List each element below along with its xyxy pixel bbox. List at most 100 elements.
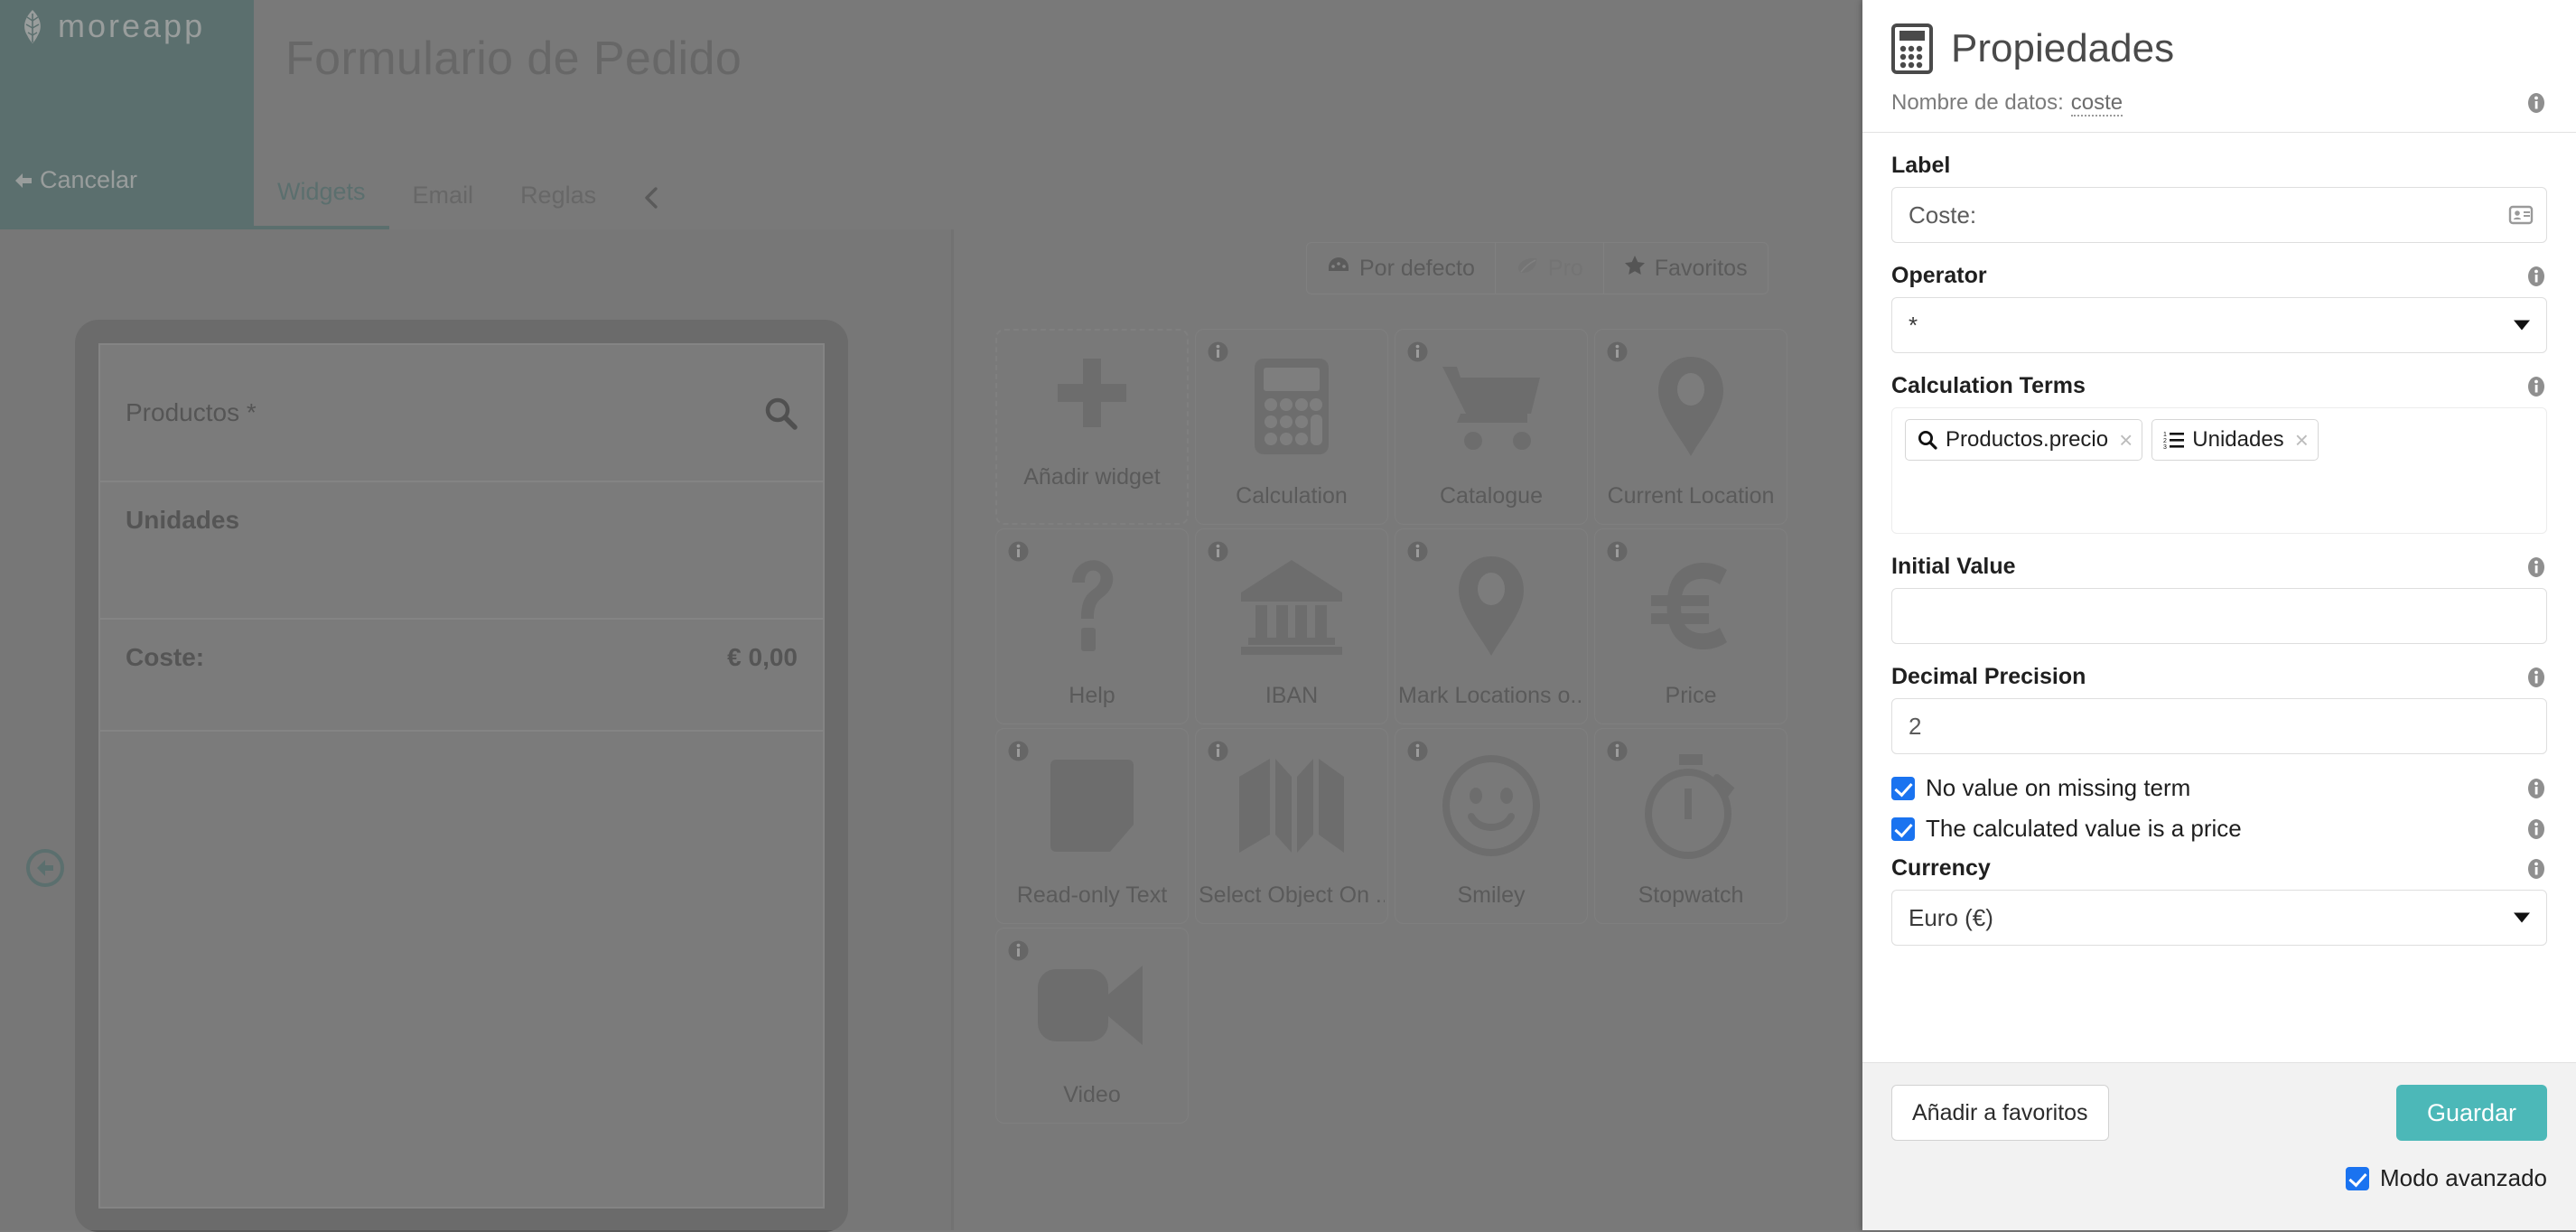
widget-label: Calculation xyxy=(1236,483,1348,509)
widget-card-catalogue[interactable]: Catalogue xyxy=(1395,329,1588,525)
form-widget-productos[interactable]: Productos * xyxy=(100,345,823,482)
filter-favoritos-button[interactable]: Favoritos xyxy=(1604,242,1769,294)
label-input[interactable]: Coste: xyxy=(1891,187,2547,243)
chevron-down-icon xyxy=(2514,913,2530,923)
info-icon[interactable] xyxy=(2525,667,2547,688)
info-icon[interactable] xyxy=(1406,540,1429,563)
widget-label: Unidades xyxy=(126,506,239,535)
widget-card-iban[interactable]: IBAN xyxy=(1195,528,1388,724)
widget-card-current-location[interactable]: Current Location xyxy=(1594,329,1787,525)
term-tag-unidades[interactable]: 1 2 3 Unidades × xyxy=(2151,419,2319,461)
calculated-value-is-price-checkbox[interactable] xyxy=(1891,817,1915,841)
info-icon[interactable] xyxy=(2525,556,2547,578)
widget-label: Read-only Text xyxy=(1017,882,1167,909)
field-title: Initial Value xyxy=(1891,554,2016,580)
info-icon[interactable] xyxy=(1007,939,1030,962)
tab-bar: Widgets Email Reglas xyxy=(254,154,1753,229)
checkbox-label: The calculated value is a price xyxy=(1926,815,2242,843)
widget-label: Price xyxy=(1666,683,1717,709)
widget-label: Añadir widget xyxy=(1023,464,1160,490)
brand-logo: moreapp xyxy=(16,7,205,45)
info-icon[interactable] xyxy=(1207,540,1229,563)
info-icon[interactable] xyxy=(2525,818,2547,840)
collapse-tabs-button[interactable] xyxy=(620,186,683,229)
advanced-mode-label: Modo avanzado xyxy=(2380,1164,2547,1192)
checkbox-group: No value on missing term xyxy=(1891,774,2190,802)
info-icon[interactable] xyxy=(2525,376,2547,397)
data-name-value[interactable]: coste xyxy=(2071,90,2123,117)
leaf-icon xyxy=(16,8,49,44)
filter-por-defecto-button[interactable]: Por defecto xyxy=(1306,242,1496,294)
properties-form: Label Coste: Operator xyxy=(1862,133,2576,1062)
info-icon[interactable] xyxy=(2525,266,2547,287)
info-icon[interactable] xyxy=(2525,778,2547,799)
search-icon xyxy=(1917,429,1938,451)
info-icon[interactable] xyxy=(1207,341,1229,363)
field-label: Label Coste: xyxy=(1891,153,2547,243)
widget-card-calculation[interactable]: Calculation xyxy=(1195,329,1388,525)
arrow-left-circle-icon[interactable] xyxy=(24,847,66,889)
info-icon[interactable] xyxy=(1406,740,1429,762)
widget-label: IBAN xyxy=(1265,683,1318,709)
widget-card-price[interactable]: Price xyxy=(1594,528,1787,724)
info-icon[interactable] xyxy=(1007,740,1030,762)
widget-card-stopwatch[interactable]: Stopwatch xyxy=(1594,728,1787,924)
info-icon[interactable] xyxy=(1207,740,1229,762)
advanced-mode-row: Modo avanzado xyxy=(1891,1164,2547,1192)
filter-label: Pro xyxy=(1548,256,1583,282)
term-tag-productos-precio[interactable]: Productos.precio × xyxy=(1905,419,2142,461)
contact-card-icon[interactable] xyxy=(2508,202,2534,228)
widget-card-smiley[interactable]: Smiley xyxy=(1395,728,1588,924)
remove-term-icon[interactable]: × xyxy=(2119,428,2133,452)
operator-value: * xyxy=(1909,312,1918,340)
widget-card-select-object-on-map[interactable]: Select Object On ... xyxy=(1195,728,1388,924)
info-icon[interactable] xyxy=(2525,858,2547,880)
info-icon[interactable] xyxy=(1606,540,1629,563)
info-icon[interactable] xyxy=(1606,341,1629,363)
widget-grid: Añadir widget xyxy=(995,329,1844,1124)
form-widget-coste[interactable]: Coste: € 0,00 xyxy=(100,620,823,732)
checkbox-row-calculated-value-is-price: The calculated value is a price xyxy=(1891,815,2547,843)
no-value-missing-term-checkbox[interactable] xyxy=(1891,777,1915,800)
cancel-label: Cancelar xyxy=(40,166,137,194)
palette-filter-group: Por defecto Pro xyxy=(1306,242,1769,294)
info-icon[interactable] xyxy=(1606,740,1629,762)
form-widget-unidades[interactable]: Unidades xyxy=(100,482,823,620)
star-icon xyxy=(1624,255,1646,282)
svg-text:3: 3 xyxy=(2163,444,2167,451)
widget-label: Productos * xyxy=(126,398,257,427)
operator-select[interactable]: * xyxy=(1891,297,2547,353)
cancel-button[interactable]: Cancelar xyxy=(0,161,150,200)
info-icon[interactable] xyxy=(1007,540,1030,563)
field-calculation-terms: Calculation Terms Productos.precio × xyxy=(1891,373,2547,534)
advanced-mode-checkbox[interactable] xyxy=(2346,1167,2369,1190)
widget-card-add[interactable]: Añadir widget xyxy=(995,329,1189,525)
initial-value-input[interactable] xyxy=(1891,588,2547,644)
add-to-favorites-button[interactable]: Añadir a favoritos xyxy=(1891,1085,2109,1141)
chevron-down-icon xyxy=(2514,321,2530,331)
properties-header: Propiedades Nombre de datos:coste xyxy=(1862,0,2576,132)
tab-reglas[interactable]: Reglas xyxy=(497,182,620,229)
checkbox-row-no-value-on-missing-term: No value on missing term xyxy=(1891,774,2547,802)
widget-card-help[interactable]: Help xyxy=(995,528,1189,724)
field-title: Decimal Precision xyxy=(1891,664,2086,690)
tab-email[interactable]: Email xyxy=(389,182,498,229)
tab-widgets[interactable]: Widgets xyxy=(254,178,389,229)
data-name-label: Nombre de datos: xyxy=(1891,90,2064,115)
page-title: Formulario de Pedido xyxy=(285,32,742,86)
info-icon[interactable] xyxy=(2525,92,2547,114)
info-icon[interactable] xyxy=(1406,341,1429,363)
currency-select[interactable]: Euro (€) xyxy=(1891,890,2547,946)
checkbox-label: No value on missing term xyxy=(1926,774,2190,802)
widget-card-video[interactable]: Video xyxy=(995,928,1189,1124)
filter-pro-button[interactable]: Pro xyxy=(1496,242,1604,294)
remove-term-icon[interactable]: × xyxy=(2295,428,2309,452)
widget-card-read-only-text[interactable]: Read-only Text xyxy=(995,728,1189,924)
decimal-precision-input[interactable]: 2 xyxy=(1891,698,2547,754)
save-button[interactable]: Guardar xyxy=(2396,1085,2547,1141)
field-title: Calculation Terms xyxy=(1891,373,2086,399)
widget-card-mark-locations[interactable]: Mark Locations o... xyxy=(1395,528,1588,724)
calculation-terms-box[interactable]: Productos.precio × 1 2 3 Un xyxy=(1891,407,2547,534)
widget-label: Mark Locations o... xyxy=(1398,683,1584,709)
field-head: Calculation Terms xyxy=(1891,373,2547,399)
